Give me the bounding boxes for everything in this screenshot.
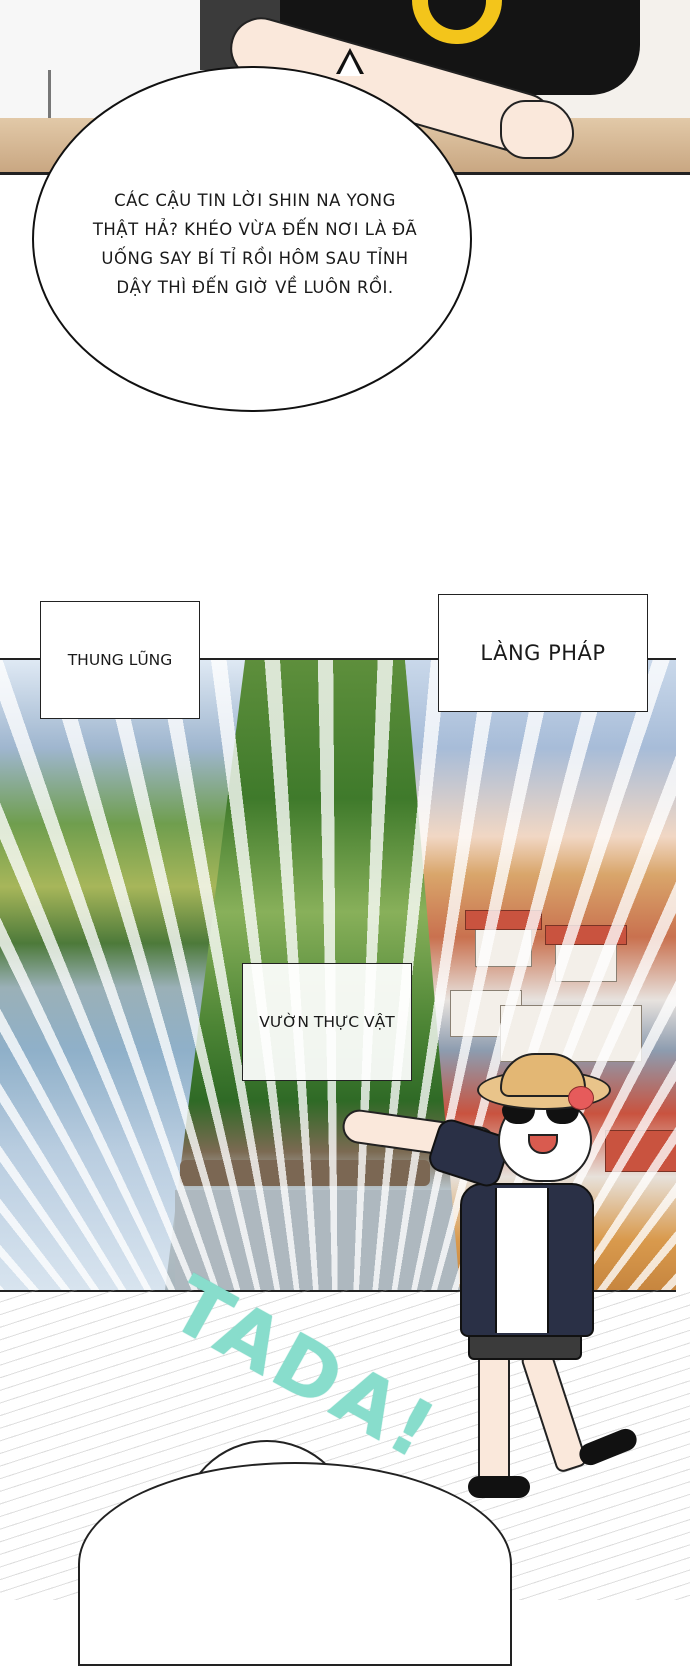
character-right-sandal [576,1425,640,1469]
village-roof [465,910,542,930]
caption-village: LÀNG PHÁP [438,594,648,712]
character-presenting [340,1048,670,1518]
resting-hand [500,100,574,159]
village-house [475,925,532,967]
caption-valley: THUNG LŨNG [40,601,200,719]
flower-icon [568,1086,594,1110]
character-left-sandal [468,1476,530,1498]
character-tshirt [495,1188,549,1333]
speech-bubble-text: CÁC CẬU TIN LỜI SHIN NA YONG THẬT HẢ? KH… [92,191,418,297]
character-right-leg [519,1346,589,1474]
caption-village-text: LÀNG PHÁP [480,641,606,665]
caption-garden-text: VƯỜN THỰC VẬT [259,1013,395,1031]
character-left-leg [478,1353,510,1487]
speech-bubble-tail-fill [339,54,361,76]
caption-valley-text: THUNG LŨNG [67,651,173,669]
village-house [555,940,617,982]
village-roof [545,925,627,945]
